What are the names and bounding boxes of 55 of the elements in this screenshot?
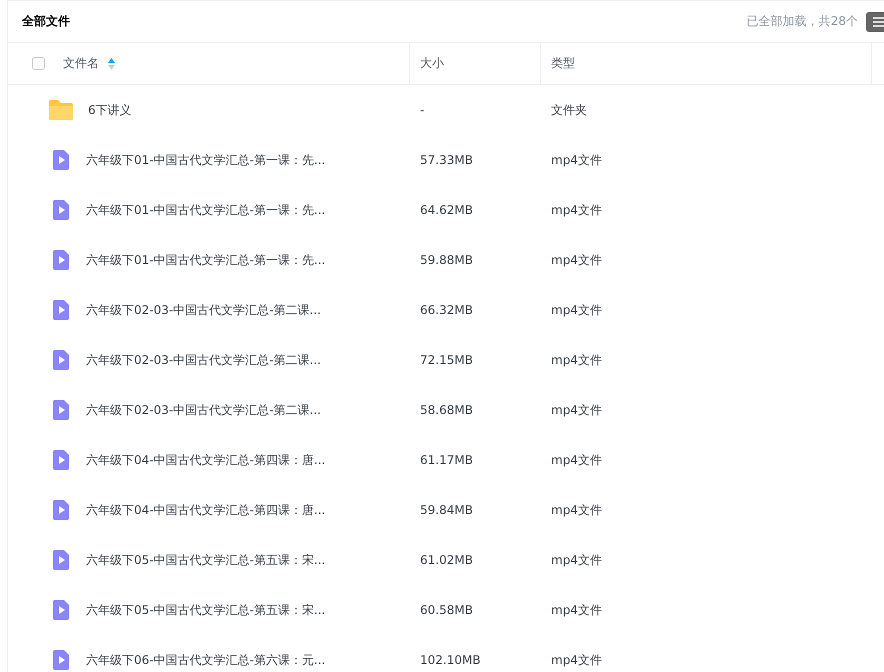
column-header[interactable]: 文件名 xyxy=(63,55,99,72)
file-type: mp4文件 xyxy=(551,152,602,168)
load-status: 已全部加载，共28个 xyxy=(746,13,858,30)
file-size: 59.84MB xyxy=(420,503,473,517)
video-file-icon xyxy=(52,449,70,471)
file-size: 102.10MB xyxy=(420,653,481,667)
video-file-icon xyxy=(52,299,70,321)
file-name[interactable]: 六年级下06-中国古代文学汇总-第六课：元... xyxy=(86,652,326,668)
video-file-icon xyxy=(52,199,70,221)
file-size: 58.68MB xyxy=(420,403,473,417)
file-type: mp4文件 xyxy=(551,252,602,268)
file-name[interactable]: 六年级下02-03-中国古代文学汇总-第二课... xyxy=(86,352,321,368)
file-type: mp4文件 xyxy=(551,352,602,368)
video-file-icon xyxy=(52,149,70,171)
file-name[interactable]: 六年级下05-中国古代文学汇总-第五课：宋... xyxy=(86,552,326,568)
file-name[interactable]: 六年级下01-中国古代文学汇总-第一课：先... xyxy=(86,152,326,168)
file-name[interactable]: 6下讲义 xyxy=(88,102,132,118)
folder-icon xyxy=(48,99,74,121)
sort-icon[interactable] xyxy=(108,58,115,70)
file-type: 文件夹 xyxy=(551,102,587,118)
video-file-icon xyxy=(52,549,70,571)
file-name[interactable]: 六年级下05-中国古代文学汇总-第五课：宋... xyxy=(86,602,326,618)
file-size: 64.62MB xyxy=(420,203,473,217)
file-type: mp4文件 xyxy=(551,302,602,318)
video-file-icon xyxy=(52,249,70,271)
select-all-checkbox[interactable] xyxy=(32,57,45,70)
file-size: - xyxy=(420,103,424,117)
column-header[interactable]: 类型 xyxy=(551,55,575,72)
page-title: 全部文件 xyxy=(22,13,70,30)
file-name[interactable]: 六年级下01-中国古代文学汇总-第一课：先... xyxy=(86,252,326,268)
video-file-icon xyxy=(52,599,70,621)
video-file-icon xyxy=(52,399,70,421)
file-type: mp4文件 xyxy=(551,502,602,518)
file-type: mp4文件 xyxy=(551,602,602,618)
file-size: 59.88MB xyxy=(420,253,473,267)
file-name[interactable]: 六年级下04-中国古代文学汇总-第四课：唐... xyxy=(86,452,326,468)
file-name[interactable]: 六年级下02-03-中国古代文学汇总-第二课... xyxy=(86,402,321,418)
file-size: 60.58MB xyxy=(420,603,473,617)
file-size: 66.32MB xyxy=(420,303,473,317)
video-file-icon xyxy=(52,349,70,371)
file-type: mp4文件 xyxy=(551,402,602,418)
video-file-icon xyxy=(52,499,70,521)
file-size: 61.17MB xyxy=(420,453,473,467)
menu-icon xyxy=(873,16,884,26)
file-type: mp4文件 xyxy=(551,552,602,568)
file-size: 61.02MB xyxy=(420,553,473,567)
file-name[interactable]: 六年级下01-中国古代文学汇总-第一课：先... xyxy=(86,202,326,218)
file-size: 72.15MB xyxy=(420,353,473,367)
file-type: mp4文件 xyxy=(551,452,602,468)
file-size: 57.33MB xyxy=(420,153,473,167)
file-type: mp4文件 xyxy=(551,202,602,218)
file-name[interactable]: 六年级下04-中国古代文学汇总-第四课：唐... xyxy=(86,502,326,518)
column-header[interactable]: 大小 xyxy=(420,55,444,72)
file-name[interactable]: 六年级下02-03-中国古代文学汇总-第二课... xyxy=(86,302,321,318)
file-type: mp4文件 xyxy=(551,652,602,668)
